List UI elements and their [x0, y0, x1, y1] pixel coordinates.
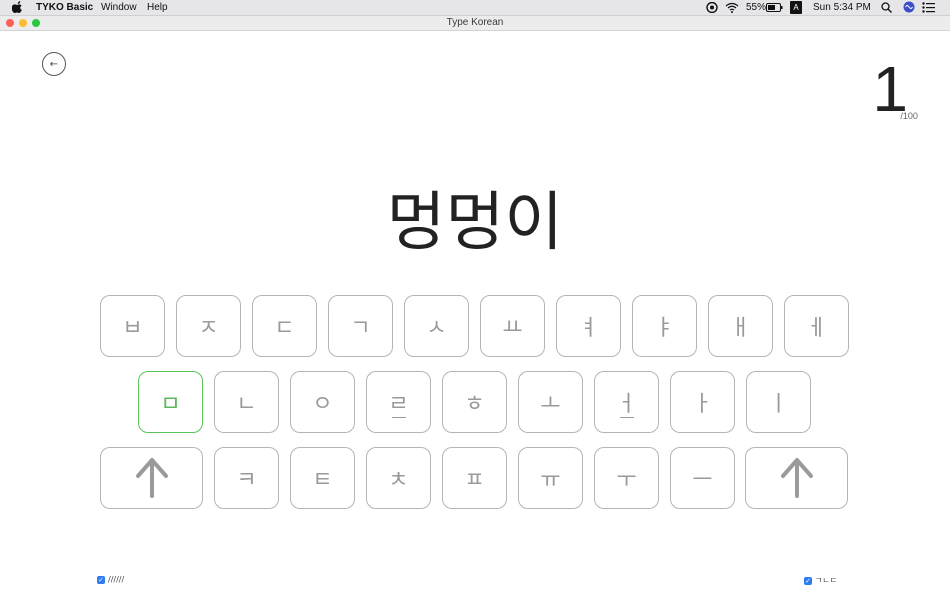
home-row-marker	[391, 417, 406, 418]
key-u[interactable]: ㅕ	[556, 295, 621, 357]
key-a-highlighted[interactable]: ㅁ	[138, 371, 203, 433]
key-p[interactable]: ㅔ	[784, 295, 849, 357]
key-label: ㅡ	[692, 468, 713, 493]
key-q[interactable]: ㅂ	[100, 295, 165, 357]
checkbox-checked-icon[interactable]: ✓	[804, 576, 812, 585]
spotlight-search-icon[interactable]	[881, 2, 892, 13]
key-label: ㅠ	[540, 468, 561, 493]
key-r[interactable]: ㄱ	[328, 295, 393, 357]
key-d[interactable]: ㅇ	[290, 371, 355, 433]
right-option-toggle[interactable]: ✓ ㄱㄴㄷ	[804, 575, 837, 586]
key-label: ㅛ	[502, 316, 523, 341]
siri-icon[interactable]	[903, 1, 915, 13]
key-label: ㅊ	[388, 468, 409, 493]
key-label: ㅓ	[616, 392, 637, 417]
key-label: ㅂ	[122, 316, 143, 341]
zoom-window-button[interactable]	[32, 19, 40, 27]
key-b[interactable]: ㅠ	[518, 447, 583, 509]
key-label: ㅁ	[160, 392, 181, 417]
key-h[interactable]: ㅗ	[518, 371, 583, 433]
input-source-indicator[interactable]: A	[790, 1, 802, 14]
window-menu[interactable]: Window	[101, 1, 137, 14]
key-e[interactable]: ㄷ	[252, 295, 317, 357]
target-word: 멍멍이	[386, 186, 564, 260]
menu-bar: TYKO Basic Window Help 55% A Sun 5:34 PM	[0, 0, 950, 16]
practice-screen: ← 1 /100 멍멍이 ㅂ ㅈ ㄷ ㄱ ㅅ ㅛ ㅕ ㅑ ㅐ ㅔ ㅁ ㄴ ㅇ ㄹ…	[0, 31, 950, 594]
progress-counter: 1 /100	[872, 57, 918, 121]
key-s[interactable]: ㄴ	[214, 371, 279, 433]
key-label: ㅎ	[464, 392, 485, 417]
key-x[interactable]: ㅌ	[290, 447, 355, 509]
shift-arrow-icon	[135, 458, 168, 498]
key-l[interactable]: ㅣ	[746, 371, 811, 433]
total-count: /100	[900, 111, 918, 121]
creative-cloud-icon[interactable]	[705, 2, 719, 13]
key-c[interactable]: ㅊ	[366, 447, 431, 509]
home-row-marker	[619, 417, 634, 418]
key-label: ㅗ	[540, 392, 561, 417]
window-titlebar: Type Korean	[0, 16, 950, 31]
key-i[interactable]: ㅑ	[632, 295, 697, 357]
key-label: ㅅ	[426, 316, 447, 341]
back-button[interactable]: ←	[42, 52, 66, 76]
key-j[interactable]: ㅓ	[594, 371, 659, 433]
battery-icon[interactable]	[766, 3, 783, 12]
key-label: ㄴ	[236, 392, 257, 417]
help-menu[interactable]: Help	[147, 1, 168, 14]
key-label: ㄷ	[274, 316, 295, 341]
key-label: ㅐ	[730, 316, 751, 341]
key-label: ㅌ	[312, 468, 333, 493]
right-option-label: ㄱㄴㄷ	[815, 576, 838, 585]
minimize-window-button[interactable]	[19, 19, 27, 27]
key-m[interactable]: ㅡ	[670, 447, 735, 509]
key-k[interactable]: ㅏ	[670, 371, 735, 433]
key-label: ㅍ	[464, 468, 485, 493]
close-window-button[interactable]	[6, 19, 14, 27]
apple-menu-icon[interactable]	[12, 1, 23, 14]
key-label: ㅜ	[616, 468, 637, 493]
key-v[interactable]: ㅍ	[442, 447, 507, 509]
app-name-menu[interactable]: TYKO Basic	[36, 1, 93, 14]
key-w[interactable]: ㅈ	[176, 295, 241, 357]
left-shift-key[interactable]	[100, 447, 203, 509]
key-label: ㅋ	[236, 468, 257, 493]
key-z[interactable]: ㅋ	[214, 447, 279, 509]
key-label: ㅑ	[654, 316, 675, 341]
key-g[interactable]: ㅎ	[442, 371, 507, 433]
checkbox-checked-icon[interactable]: ✓	[97, 575, 105, 584]
notification-center-icon[interactable]	[922, 2, 935, 13]
key-label: ㅣ	[768, 392, 789, 417]
key-f[interactable]: ㄹ	[366, 371, 431, 433]
left-option-toggle[interactable]: ✓ //////	[97, 575, 124, 584]
key-y[interactable]: ㅛ	[480, 295, 545, 357]
key-label: ㅈ	[198, 316, 219, 341]
left-option-label: //////	[108, 575, 125, 584]
key-label: ㄱ	[350, 316, 371, 341]
key-label: ㅕ	[578, 316, 599, 341]
wifi-icon[interactable]	[725, 2, 739, 13]
window-title: Type Korean	[446, 17, 504, 28]
key-label: ㅔ	[806, 316, 827, 341]
key-n[interactable]: ㅜ	[594, 447, 659, 509]
key-label: ㅏ	[692, 392, 713, 417]
shift-arrow-icon	[780, 458, 813, 498]
clock[interactable]: Sun 5:34 PM	[813, 1, 871, 14]
key-label: ㄹ	[388, 392, 409, 417]
battery-percentage: 55%	[746, 2, 767, 13]
key-o[interactable]: ㅐ	[708, 295, 773, 357]
key-label: ㅇ	[312, 392, 333, 417]
back-arrow-icon: ←	[49, 58, 59, 70]
key-t[interactable]: ㅅ	[404, 295, 469, 357]
right-shift-key[interactable]	[745, 447, 848, 509]
